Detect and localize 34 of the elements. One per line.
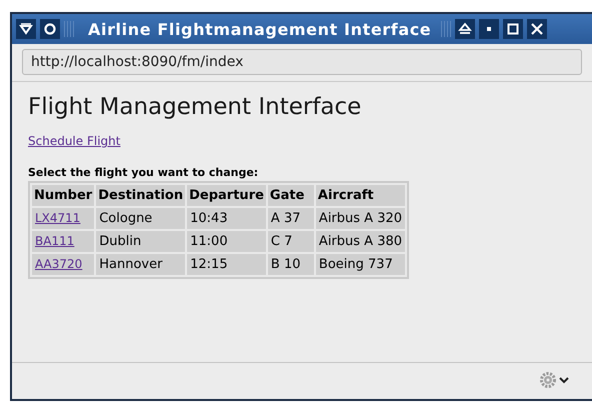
circle-icon [43, 22, 57, 36]
table-cell: A 37 [268, 208, 314, 229]
eject-icon [458, 22, 472, 36]
table-cell: Airbus A 380 [316, 231, 406, 252]
maximize-button[interactable] [503, 19, 524, 39]
table-cell: 10:43 [187, 208, 266, 229]
table-cell: Cologne [96, 208, 186, 229]
table-cell: 11:00 [187, 231, 266, 252]
schedule-flight-link[interactable]: Schedule Flight [28, 134, 120, 148]
column-header: Gate [268, 185, 314, 206]
table-cell: 12:15 [187, 254, 266, 275]
table-cell: C 7 [268, 231, 314, 252]
table-caption: Select the flight you want to change: [28, 166, 260, 179]
table-cell: Airbus A 320 [316, 208, 406, 229]
table-cell: Dublin [96, 231, 186, 252]
minimize-button[interactable] [479, 19, 500, 39]
shade-button[interactable] [455, 19, 476, 39]
column-header: Number [32, 185, 94, 206]
maximize-icon [506, 22, 520, 36]
menu-button[interactable] [16, 19, 36, 39]
table-cell: B 10 [268, 254, 314, 275]
url-text: http://localhost:8090/fm/index [31, 54, 244, 70]
column-header: Destination [96, 185, 186, 206]
triangle-icon [19, 22, 33, 36]
pin-button[interactable] [40, 19, 60, 39]
close-button[interactable] [527, 19, 548, 39]
column-header: Aircraft [316, 185, 406, 206]
column-header: Departure [187, 185, 266, 206]
window-title: Airline Flightmanagement Interface [88, 20, 432, 38]
address-field[interactable]: http://localhost:8090/fm/index [22, 49, 582, 75]
close-icon [530, 22, 544, 36]
table-cell: Boeing 737 [316, 254, 406, 275]
table-cell: Hannover [96, 254, 186, 275]
page-heading: Flight Management Interface [28, 94, 362, 120]
